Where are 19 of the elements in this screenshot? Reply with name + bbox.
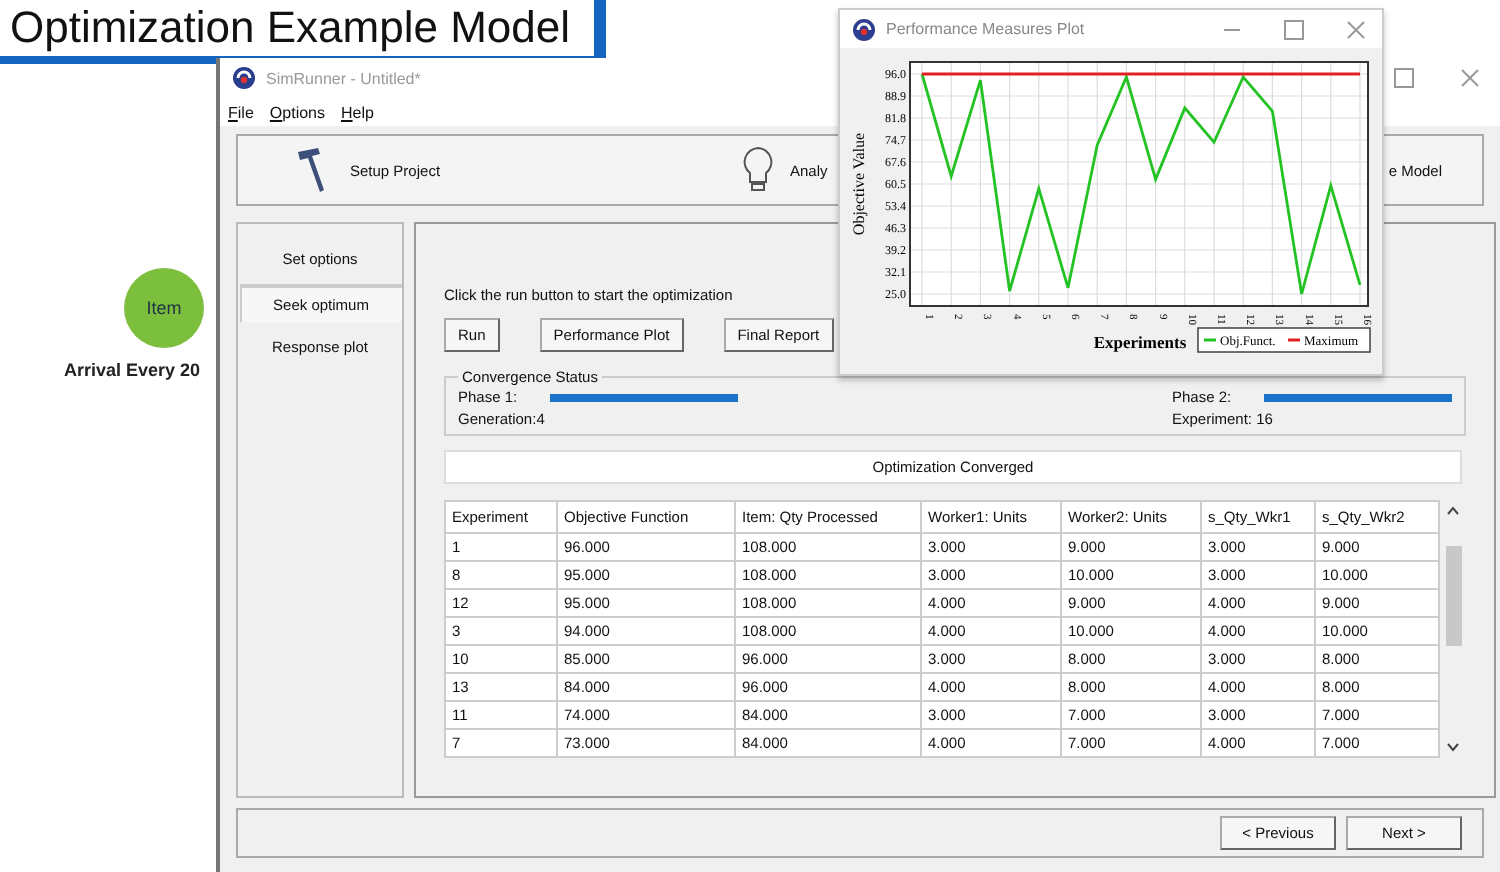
maximize-icon[interactable] — [1394, 68, 1414, 88]
window-title: SimRunner - Untitled* — [266, 69, 421, 87]
scroll-up-icon[interactable] — [1446, 506, 1460, 516]
menu-item[interactable]: File — [228, 103, 254, 121]
close-icon[interactable] — [1460, 68, 1480, 88]
item-node: Item — [124, 268, 204, 348]
scroll-down-icon[interactable] — [1446, 742, 1460, 752]
app-icon — [232, 66, 256, 90]
y-axis-title: Objective Value — [850, 132, 868, 236]
close-icon[interactable] — [1346, 19, 1366, 39]
window-title: Performance Measures Plot — [886, 20, 1087, 38]
menu-item[interactable]: Options — [269, 103, 325, 121]
maximize-icon[interactable] — [1284, 19, 1304, 39]
scroll-thumb[interactable] — [1445, 545, 1461, 645]
arrival-label: Arrival Every 20 — [64, 360, 201, 380]
lightbulb-icon — [742, 146, 774, 194]
menu-item[interactable]: Help — [341, 103, 374, 121]
x-axis-title: Experiments — [1093, 332, 1187, 352]
app-icon — [852, 17, 876, 41]
